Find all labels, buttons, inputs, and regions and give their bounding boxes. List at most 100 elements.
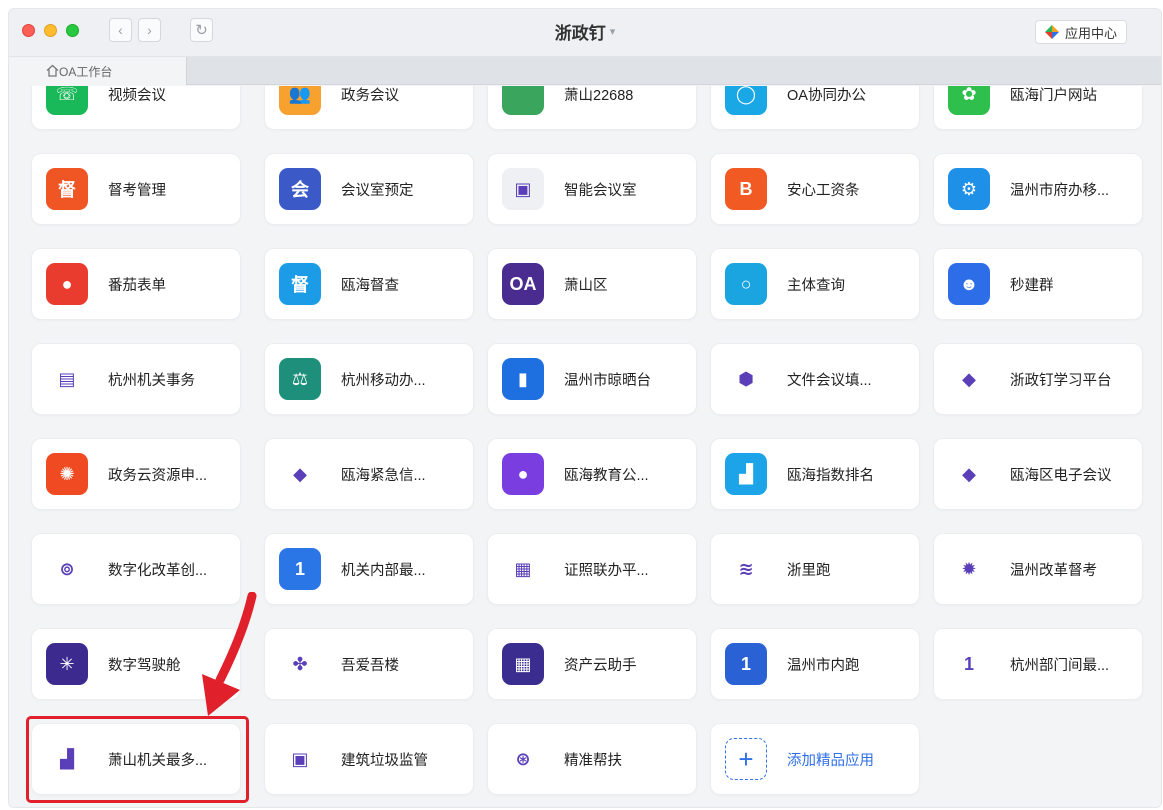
wenzhou-run-icon: 1 — [725, 643, 767, 685]
app-card-label: 主体查询 — [787, 277, 845, 294]
app-card[interactable]: ▟ 瓯海指数排名 — [710, 438, 920, 510]
title-bar: ‹ › ↻ 浙政钉 ▾ 应用中心 — [9, 9, 1161, 57]
app-card[interactable]: 督 督考管理 — [31, 153, 241, 225]
app-card[interactable]: ▣ 建筑垃圾监管 — [264, 723, 474, 795]
app-card-label: 萧山区 — [564, 277, 608, 294]
app-card-label: 瓯海门户网站 — [1010, 87, 1097, 104]
app-card[interactable]: ≋ 浙里跑 — [710, 533, 920, 605]
app-card[interactable]: ⊛ 精准帮扶 — [487, 723, 697, 795]
app-card[interactable]: B 安心工资条 — [710, 153, 920, 225]
hangzhou-mobile-icon: ⚖ — [279, 358, 321, 400]
ouhai-portal-icon: ✿ — [948, 86, 990, 115]
app-card[interactable]: 1 温州市内跑 — [710, 628, 920, 700]
back-button[interactable]: ‹ — [109, 18, 132, 42]
hangzhou-dept-icon: 1 — [948, 643, 990, 685]
add-app-icon: + — [725, 738, 767, 780]
digital-cockpit-icon: ✳ — [46, 643, 88, 685]
app-card[interactable]: ● 番茄表单 — [31, 248, 241, 320]
app-card-label: 资产云助手 — [564, 657, 637, 674]
app-card[interactable]: ⚙ 温州市府办移... — [933, 153, 1143, 225]
tab-label: OA工作台 — [59, 64, 113, 79]
app-center-button[interactable]: 应用中心 — [1034, 20, 1127, 44]
app-center-label: 应用中心 — [1064, 25, 1117, 41]
entity-search-icon: ○ — [725, 263, 767, 305]
app-card[interactable]: ▮ 温州市晾晒台 — [487, 343, 697, 415]
tab-oa-workbench[interactable]: OA工作台 — [9, 57, 187, 85]
app-card[interactable]: 1 机关内部最... — [264, 533, 474, 605]
quick-group-icon: ☻ — [948, 263, 990, 305]
app-card[interactable]: ○ 主体查询 — [710, 248, 920, 320]
red-arrow-annotation — [202, 592, 257, 716]
gov-meeting-icon: 👥 — [279, 86, 321, 115]
app-card-label: 精准帮扶 — [564, 752, 622, 769]
app-card[interactable]: ◯ OA协同办公 — [710, 86, 920, 130]
app-card-label: 督考管理 — [108, 182, 166, 199]
app-card-label: 添加精品应用 — [787, 752, 874, 769]
app-card-label: 温州市晾晒台 — [564, 372, 651, 389]
xiaoshan-22688-icon — [502, 86, 544, 115]
app-card[interactable]: 会 会议室预定 — [264, 153, 474, 225]
asset-cloud-icon: ▦ — [502, 643, 544, 685]
app-card[interactable]: OA 萧山区 — [487, 248, 697, 320]
app-card[interactable]: ⬢ 文件会议填... — [710, 343, 920, 415]
app-card[interactable]: ⚖ 杭州移动办... — [264, 343, 474, 415]
hangzhou-affairs-icon: ▤ — [46, 358, 88, 400]
payslip-icon: B — [725, 168, 767, 210]
app-card-label: 证照联办平... — [564, 562, 649, 579]
app-card-label: 瓯海区电子会议 — [1010, 467, 1112, 484]
app-card[interactable]: ▦ 资产云助手 — [487, 628, 697, 700]
app-card-label: 瓯海紧急信... — [341, 467, 426, 484]
app-card-label: 杭州机关事务 — [108, 372, 195, 389]
app-card[interactable]: ◆ 浙政钉学习平台 — [933, 343, 1143, 415]
app-card[interactable]: 督 瓯海督查 — [264, 248, 474, 320]
app-card[interactable]: ✹ 温州改革督考 — [933, 533, 1143, 605]
oa-collab-icon: ◯ — [725, 86, 767, 115]
maximize-window-button[interactable] — [66, 24, 79, 37]
app-card-label: 温州市府办移... — [1010, 182, 1110, 199]
app-card[interactable]: 萧山22688 — [487, 86, 697, 130]
smart-meeting-icon: ▣ — [502, 168, 544, 210]
app-card[interactable]: ✺ 政务云资源申... — [31, 438, 241, 510]
app-card-label: 数字化改革创... — [108, 562, 208, 579]
my-building-icon: ✤ — [279, 643, 321, 685]
app-card-label: 机关内部最... — [341, 562, 426, 579]
app-card[interactable]: 👥 政务会议 — [264, 86, 474, 130]
app-card-label: 温州改革督考 — [1010, 562, 1097, 579]
app-card[interactable]: ◆ 瓯海紧急信... — [264, 438, 474, 510]
app-card[interactable]: ▦ 证照联办平... — [487, 533, 697, 605]
app-card-label: 温州市内跑 — [787, 657, 860, 674]
ouhai-index-icon: ▟ — [725, 453, 767, 495]
app-card[interactable]: 1 杭州部门间最... — [933, 628, 1143, 700]
app-card-label: 萧山22688 — [564, 87, 634, 104]
app-card[interactable]: ☏ 视频会议 — [31, 86, 241, 130]
app-card[interactable]: ● 瓯海教育公... — [487, 438, 697, 510]
precision-aid-icon: ⊛ — [502, 738, 544, 780]
window-title[interactable]: 浙政钉 ▾ — [9, 9, 1161, 53]
ouhai-education-icon: ● — [502, 453, 544, 495]
close-window-button[interactable] — [22, 24, 35, 37]
app-card[interactable]: + 添加精品应用 — [710, 723, 920, 795]
minimize-window-button[interactable] — [44, 24, 57, 37]
app-card-label: OA协同办公 — [787, 87, 866, 104]
ouhai-emeeting-icon: ◆ — [948, 453, 990, 495]
app-card[interactable]: ✤ 吾爱吾楼 — [264, 628, 474, 700]
app-card[interactable]: ▤ 杭州机关事务 — [31, 343, 241, 415]
app-card[interactable]: ✿ 瓯海门户网站 — [933, 86, 1143, 130]
learning-platform-icon: ◆ — [948, 358, 990, 400]
reload-button[interactable]: ↻ — [190, 18, 213, 42]
app-card-label: 吾爱吾楼 — [341, 657, 399, 674]
tomato-form-icon: ● — [46, 263, 88, 305]
license-platform-icon: ▦ — [502, 548, 544, 590]
app-card-label: 安心工资条 — [787, 182, 860, 199]
app-card-label: 番茄表单 — [108, 277, 166, 294]
app-card[interactable]: ☻ 秒建群 — [933, 248, 1143, 320]
meeting-room-icon: 会 — [279, 168, 321, 210]
tab-bar: OA工作台 — [9, 57, 1161, 85]
app-card-label: 视频会议 — [108, 87, 166, 104]
window-title-text: 浙政钉 — [554, 23, 606, 43]
app-card[interactable]: ◆ 瓯海区电子会议 — [933, 438, 1143, 510]
forward-button[interactable]: › — [138, 18, 161, 42]
app-card[interactable]: ▣ 智能会议室 — [487, 153, 697, 225]
app-card-label: 政务云资源申... — [108, 467, 208, 484]
wenzhou-reform-icon: ✹ — [948, 548, 990, 590]
